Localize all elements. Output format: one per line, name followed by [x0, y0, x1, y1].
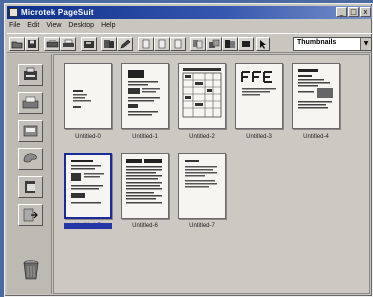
page-preview [71, 160, 104, 204]
recycle-bin[interactable] [23, 259, 39, 281]
page-label: Untitled-6 [132, 223, 158, 229]
menu-view[interactable]: View [46, 20, 61, 32]
menu-desktop[interactable]: Desktop [68, 20, 94, 32]
unstack-icon [225, 40, 235, 48]
page-label: Untitled-4 [303, 134, 329, 140]
page-preview [128, 70, 160, 116]
save-button[interactable] [25, 37, 39, 51]
page-label: Untitled-3 [246, 134, 272, 140]
page-thumbnail[interactable] [235, 63, 283, 129]
page-view-icon [174, 39, 182, 49]
view-mode-select[interactable]: Thumbnails ▼ [293, 37, 372, 51]
stack-icon [209, 39, 220, 48]
page-label: Untitled-2 [189, 134, 215, 140]
blank-page-icon [142, 39, 150, 49]
print-button[interactable] [60, 37, 76, 51]
paint-palette-icon [23, 153, 37, 163]
menu-file[interactable]: File [9, 20, 20, 32]
title-bar[interactable]: Microtek PageSuit _ □ x [7, 6, 372, 19]
blank-page-button[interactable] [138, 37, 154, 51]
toolbar: Thumbnails ▼ [7, 33, 372, 53]
open-folder-button[interactable] [9, 37, 25, 51]
page-label: Untitled-7 [189, 223, 215, 229]
trash-can-icon [23, 260, 39, 280]
menu-bar: File Edit View Desktop Help [9, 20, 115, 32]
page-thumbnail-selected[interactable] [64, 153, 112, 219]
page-label: Untitled-1 [132, 134, 158, 140]
page-preview [73, 90, 91, 108]
minimize-button[interactable]: _ [336, 7, 347, 17]
sidebar-printer-button[interactable] [18, 92, 43, 114]
printer-icon [62, 39, 74, 47]
open-folder-icon [11, 41, 23, 49]
page-preview [185, 160, 217, 188]
page-preview [126, 159, 162, 204]
page-preview [182, 68, 222, 118]
menu-help[interactable]: Help [101, 20, 115, 32]
view-mode-value: Thumbnails [297, 39, 337, 46]
sidebar-ocr-button[interactable] [18, 176, 43, 198]
help-button[interactable] [256, 37, 270, 51]
ocr-button[interactable] [190, 37, 206, 51]
sidebar-fax-button[interactable] [18, 120, 43, 142]
page-thumbnail[interactable] [178, 63, 226, 129]
copy-button[interactable] [101, 37, 117, 51]
page-preview [241, 71, 276, 96]
scanner-icon [46, 40, 58, 48]
sidebar-export-button[interactable] [18, 204, 43, 226]
scan-button[interactable] [44, 37, 60, 51]
send-mail-icon [242, 41, 250, 47]
page-label: Untitled-0 [75, 134, 101, 140]
page-preview [298, 69, 333, 109]
fax-device-icon [23, 125, 38, 137]
window-title: Microtek PageSuit [21, 8, 94, 17]
stack-button[interactable] [206, 37, 222, 51]
scanner-device-icon [24, 67, 37, 80]
page-layout-icon [158, 39, 166, 49]
send-mail-button[interactable] [238, 37, 254, 51]
page-thumbnail[interactable] [292, 63, 340, 129]
page-thumbnail[interactable] [178, 153, 226, 219]
device-sidebar [7, 54, 52, 294]
fax-icon [84, 41, 94, 48]
unstack-button[interactable] [222, 37, 238, 51]
copier-icon [104, 40, 114, 48]
page-view-button[interactable] [170, 37, 186, 51]
export-arrow-icon [23, 208, 38, 222]
ocr-document-icon [25, 181, 35, 193]
fax-button[interactable] [81, 37, 97, 51]
app-window: Microtek PageSuit _ □ x File Edit View D… [4, 3, 373, 297]
page-thumbnail[interactable] [121, 153, 169, 219]
edit-button[interactable] [117, 37, 133, 51]
window-controls: _ □ x [336, 7, 371, 17]
page-thumbnail[interactable] [64, 63, 112, 129]
close-button[interactable]: x [360, 7, 371, 17]
menu-edit[interactable]: Edit [27, 20, 39, 32]
ocr-icon [193, 40, 203, 49]
pencil-icon [120, 39, 131, 49]
app-icon [9, 8, 18, 17]
page-thumbnail[interactable] [121, 63, 169, 129]
maximize-button[interactable]: □ [348, 7, 359, 17]
page-layout-button[interactable] [154, 37, 170, 51]
chevron-down-icon[interactable]: ▼ [360, 38, 371, 50]
arrow-pointer-icon [260, 40, 266, 49]
thumbnail-area: Untitled-0 Untitled-1 Untitled-2 Untitle… [53, 54, 370, 294]
sidebar-image-editor-button[interactable] [18, 148, 43, 170]
floppy-disk-icon [28, 40, 36, 48]
page-label-selected: Untitled-5 [64, 223, 112, 229]
printer-device-icon [22, 96, 39, 109]
sidebar-scanner-button[interactable] [18, 64, 43, 86]
